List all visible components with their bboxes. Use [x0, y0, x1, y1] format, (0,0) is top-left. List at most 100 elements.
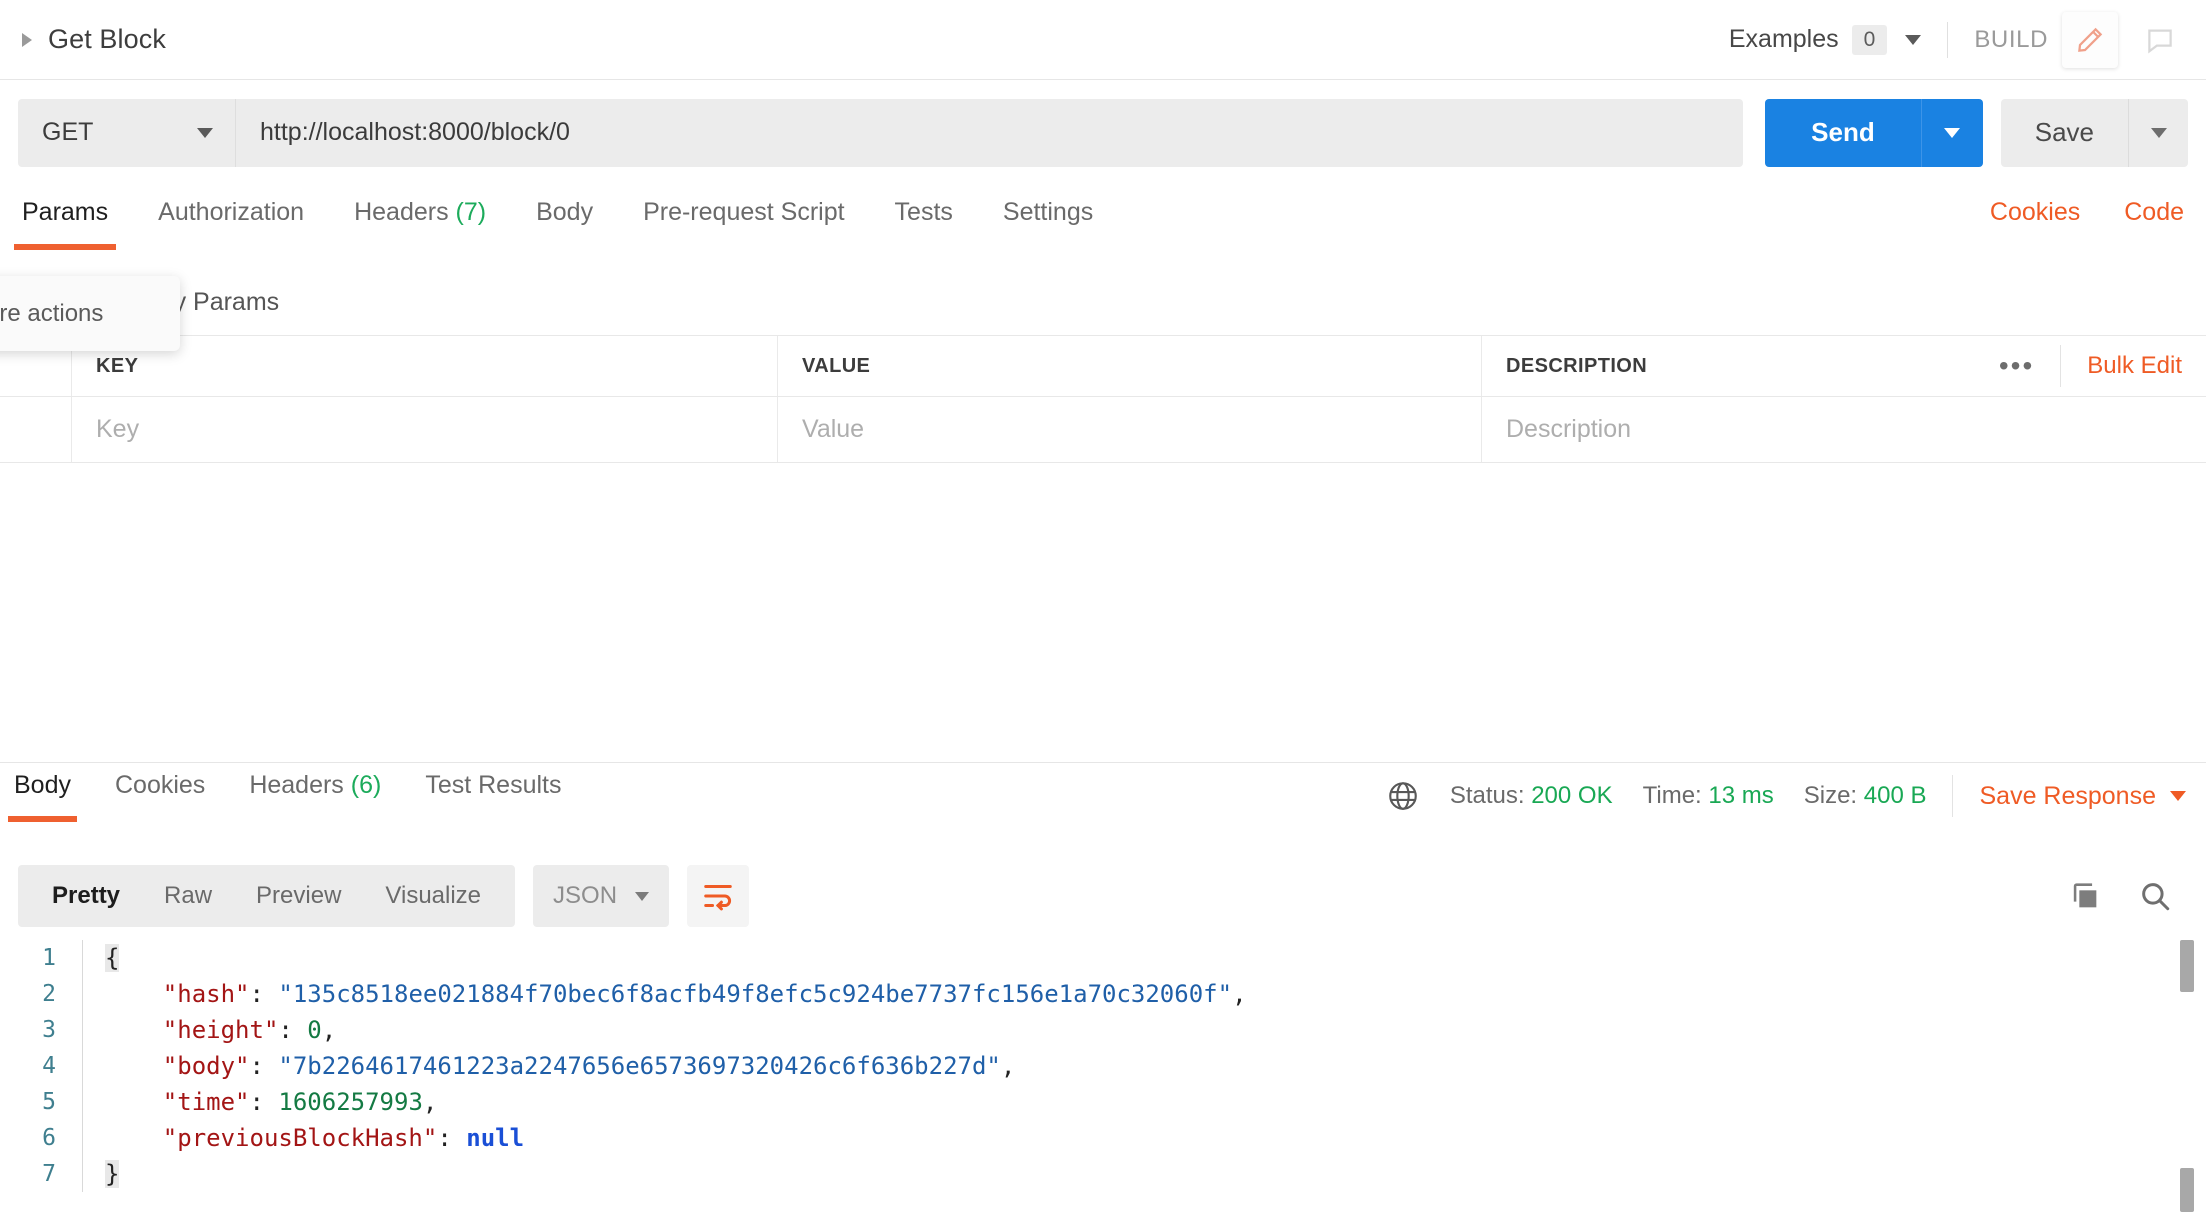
tab-headers[interactable]: Headers (7) [354, 198, 486, 247]
scrollbar-thumb-bottom[interactable] [2180, 1168, 2194, 1212]
response-tab-body[interactable]: Body [8, 763, 77, 822]
chevron-down-icon [197, 127, 213, 138]
response-tools [2068, 879, 2188, 913]
code-token: , [1000, 1052, 1016, 1080]
code-line: 5 "time": 1606257993, [0, 1084, 2206, 1120]
tab-settings[interactable]: Settings [1003, 198, 1093, 247]
view-mode-raw[interactable]: Raw [142, 882, 234, 910]
http-method-select[interactable]: GET [18, 98, 236, 167]
divider [1947, 21, 1949, 58]
examples-count-badge: 0 [1851, 24, 1888, 55]
code-token: "7b2264617461223a2247656e6573697320426c6… [278, 1052, 1001, 1080]
tab-label: Headers [249, 771, 344, 799]
request-title-group[interactable]: Get Block [0, 24, 166, 55]
view-mode-preview[interactable]: Preview [234, 882, 363, 910]
line-number: 3 [42, 1017, 56, 1043]
save-options-button[interactable] [2128, 98, 2188, 167]
view-mode-segmented-control: Pretty Raw Preview Visualize [18, 865, 516, 927]
response-body-code[interactable]: 1{2 "hash": "135c8518ee021884f70bec6f8ac… [0, 940, 2206, 1220]
tab-label: Params [22, 198, 109, 226]
value-input[interactable]: Value [778, 397, 1482, 462]
divider [2060, 345, 2062, 387]
code-token: , [1232, 980, 1247, 1008]
url-input[interactable]: http://localhost:8000/block/0 [236, 98, 1744, 167]
send-options-button[interactable] [1920, 98, 1983, 167]
save-button[interactable]: Save [2000, 98, 2128, 167]
code-token: null [466, 1124, 525, 1152]
comment-icon[interactable] [2132, 12, 2188, 68]
line-number: 6 [42, 1125, 56, 1151]
tab-pre-request-script[interactable]: Pre-request Script [643, 198, 844, 247]
ellipsis-icon[interactable]: ••• [1999, 352, 2034, 380]
tab-label: Authorization [158, 198, 305, 226]
pencil-icon[interactable] [2062, 11, 2118, 68]
word-wrap-icon[interactable] [687, 865, 750, 927]
tab-params[interactable]: Params [13, 198, 117, 250]
request-tabs: Params Authorization Headers (7) Body Pr… [0, 198, 2206, 260]
save-response-dropdown-icon[interactable] [2170, 791, 2186, 801]
code-token: "hash" [105, 980, 250, 1008]
copy-icon[interactable] [2068, 879, 2102, 913]
code-token: : [249, 1088, 279, 1116]
code-text: "hash": "135c8518ee021884f70bec6f8acfb49… [83, 980, 1247, 1008]
cookies-link[interactable]: Cookies [1990, 198, 2080, 227]
tooltip-text: w more actions [0, 299, 104, 327]
table-tools: ••• Bulk Edit [1999, 336, 2206, 396]
code-token: , [321, 1016, 337, 1044]
caret-right-icon[interactable] [22, 32, 32, 47]
tab-label: Test Results [425, 771, 562, 799]
table-row[interactable]: Key Value Description [0, 397, 2206, 463]
url-bar: GET http://localhost:8000/block/0 Send S… [0, 80, 2206, 185]
code-token: , [422, 1088, 438, 1116]
line-number: 5 [42, 1089, 56, 1115]
size-label: Size: 400 B [1804, 782, 1927, 810]
tab-authorization[interactable]: Authorization [158, 198, 304, 247]
query-params-table: KEY VALUE DESCRIPTION ••• Bulk Edit Key … [0, 335, 2206, 463]
chevron-down-icon [635, 891, 650, 901]
tab-label: Pre-request Script [643, 198, 845, 226]
tab-label: Body [14, 771, 71, 799]
code-text: "previousBlockHash": null [83, 1124, 524, 1152]
postman-request-window: Get Block Examples 0 BUILD GET http://lo… [0, 0, 2206, 1220]
build-label[interactable]: BUILD [1974, 26, 2048, 54]
response-tab-cookies[interactable]: Cookies [115, 763, 205, 822]
description-column-header: DESCRIPTION ••• Bulk Edit [1482, 336, 2206, 396]
scrollbar-thumb-top[interactable] [2180, 940, 2194, 992]
response-tab-test-results[interactable]: Test Results [425, 763, 561, 822]
tab-body[interactable]: Body [536, 198, 593, 247]
save-response-button[interactable]: Save Response [1979, 782, 2156, 811]
column-label: KEY [96, 354, 139, 377]
view-mode-pretty[interactable]: Pretty [30, 882, 142, 910]
key-input[interactable]: Key [72, 397, 778, 462]
send-button[interactable]: Send [1765, 98, 1921, 167]
tab-tests[interactable]: Tests [895, 198, 953, 247]
search-icon[interactable] [2138, 879, 2172, 913]
response-headers-count: (6) [350, 771, 382, 799]
code-line: 3 "height": 0, [0, 1012, 2206, 1048]
format-value: JSON [553, 882, 618, 909]
response-format-select[interactable]: JSON [533, 865, 670, 927]
time-label: Time: 13 ms [1643, 782, 1774, 810]
code-text: "body": "7b2264617461223a2247656e6573697… [83, 1052, 1016, 1080]
key-placeholder: Key [96, 415, 140, 443]
code-link[interactable]: Code [2124, 198, 2184, 227]
chevron-down-icon [2150, 127, 2167, 138]
response-tab-headers[interactable]: Headers (6) [249, 763, 381, 822]
row-checkbox-cell[interactable] [0, 397, 72, 462]
bulk-edit-button[interactable]: Bulk Edit [2087, 352, 2182, 380]
description-input[interactable]: Description [1482, 397, 2206, 462]
code-line: 2 "hash": "135c8518ee021884f70bec6f8acfb… [0, 976, 2206, 1012]
code-line: 4 "body": "7b2264617461223a2247656e65736… [0, 1048, 2206, 1084]
time-label-text: Time: [1642, 782, 1702, 809]
header-actions: Examples 0 BUILD [1729, 0, 2206, 79]
status-badge: 200 OK [1531, 782, 1613, 809]
line-number: 1 [42, 945, 56, 971]
value-placeholder: Value [802, 415, 865, 443]
view-mode-visualize[interactable]: Visualize [363, 882, 503, 910]
examples-label: Examples [1728, 25, 1839, 53]
examples-dropdown-icon[interactable] [1905, 34, 1922, 45]
tab-label: Tests [894, 198, 953, 226]
response-scrollbar[interactable] [2180, 940, 2200, 1220]
globe-icon[interactable] [1386, 779, 1420, 813]
code-token: 1606257993 [278, 1088, 423, 1116]
